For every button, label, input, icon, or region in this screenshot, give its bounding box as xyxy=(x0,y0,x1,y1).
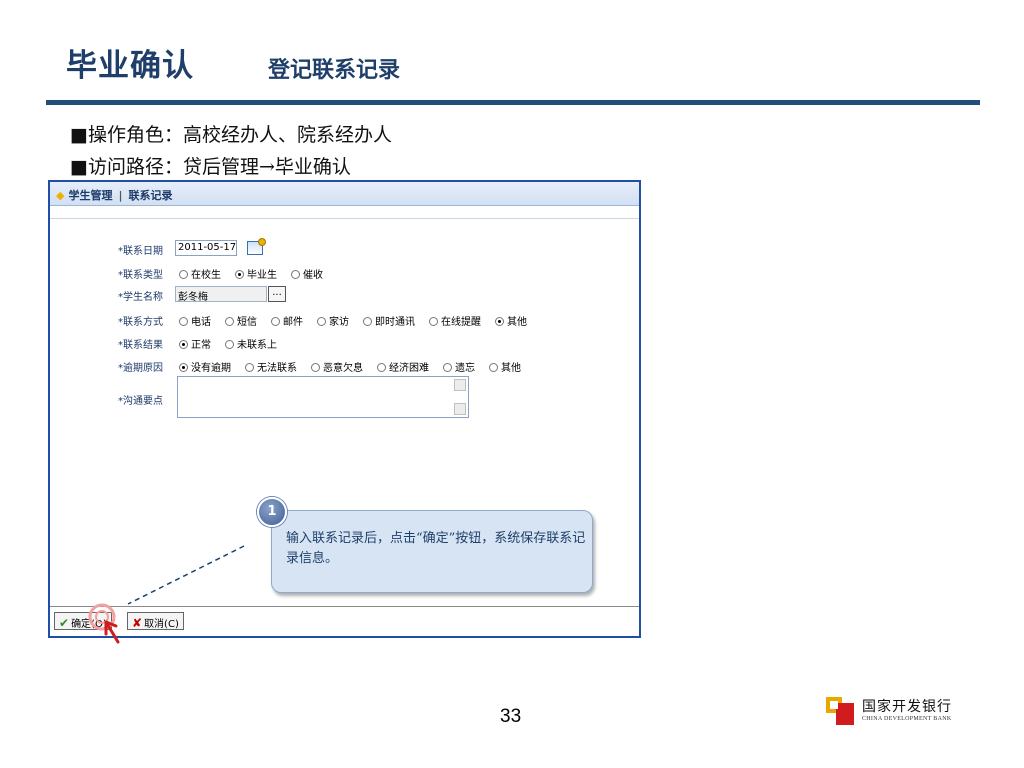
breadcrumb-page: 联系记录 xyxy=(128,189,173,202)
overdue-reason-option[interactable]: 没有逾期 xyxy=(179,359,231,374)
breadcrumb-separator: | xyxy=(118,189,123,202)
radio-icon[interactable] xyxy=(317,317,326,326)
overdue-reason-option-label: 没有逾期 xyxy=(191,363,231,374)
radio-icon[interactable] xyxy=(495,317,504,326)
contact-type-option[interactable]: 催收 xyxy=(291,266,323,281)
contact-method-option-label: 电话 xyxy=(191,317,211,328)
check-icon: ✔ xyxy=(59,616,70,630)
radio-icon[interactable] xyxy=(443,363,452,372)
student-lookup-button[interactable]: ... xyxy=(268,286,286,302)
page-number: 33 xyxy=(500,706,522,727)
callout-text: 输入联系记录后，点击“确定”按钮，系统保存联系记录信息。 xyxy=(286,531,586,566)
contact-result-radios: 正常 未联系上 xyxy=(179,336,291,351)
contact-method-option[interactable]: 家访 xyxy=(317,313,349,328)
contact-result-label: *联系结果 xyxy=(118,340,163,351)
overdue-reason-option[interactable]: 恶意欠息 xyxy=(311,359,363,374)
contact-method-option[interactable]: 短信 xyxy=(225,313,257,328)
callout-box: 输入联系记录后，点击“确定”按钮，系统保存联系记录信息。 xyxy=(271,510,593,593)
confirm-button[interactable]: ✔ 确定(O) xyxy=(54,612,112,630)
radio-icon[interactable] xyxy=(271,317,280,326)
radio-icon[interactable] xyxy=(429,317,438,326)
contact-method-option-label: 短信 xyxy=(237,317,257,328)
scroll-down-icon[interactable] xyxy=(454,403,466,415)
contact-type-option-label: 催收 xyxy=(303,270,323,281)
student-name-input[interactable]: 彭冬梅 xyxy=(175,286,267,303)
logo-name-en: CHINA DEVELOPMENT BANK xyxy=(862,716,952,722)
contact-result-option[interactable]: 正常 xyxy=(179,336,211,351)
notes-textarea[interactable] xyxy=(177,376,469,418)
contact-method-option[interactable]: 即时通讯 xyxy=(363,313,415,328)
overdue-reason-option[interactable]: 经济困难 xyxy=(377,359,429,374)
radio-icon[interactable] xyxy=(311,363,320,372)
contact-type-option[interactable]: 毕业生 xyxy=(235,266,277,281)
contact-method-radios: 电话 短信 邮件 家访 即时通讯 在线提醒 其他 xyxy=(179,313,541,328)
contact-result-option-label: 正常 xyxy=(191,340,211,351)
radio-icon[interactable] xyxy=(179,317,188,326)
overdue-reason-option[interactable]: 其他 xyxy=(489,359,521,374)
contact-method-option-label: 即时通讯 xyxy=(375,317,415,328)
overdue-reason-option[interactable]: 遗忘 xyxy=(443,359,475,374)
radio-icon[interactable] xyxy=(245,363,254,372)
radio-icon[interactable] xyxy=(377,363,386,372)
cancel-button[interactable]: ✘ 取消(C) xyxy=(127,612,184,630)
student-name-label: *学生名称 xyxy=(118,292,163,303)
title-rule xyxy=(46,100,980,105)
radio-icon[interactable] xyxy=(179,363,188,372)
radio-icon[interactable] xyxy=(291,270,300,279)
radio-icon[interactable] xyxy=(225,317,234,326)
contact-type-radios: 在校生 毕业生 催收 xyxy=(179,266,337,281)
contact-method-option-label: 其他 xyxy=(507,317,527,328)
notes-label: *沟通要点 xyxy=(118,396,163,407)
slide-title: 毕业确认 xyxy=(66,48,194,84)
contact-method-option[interactable]: 在线提醒 xyxy=(429,313,481,328)
contact-result-option-label: 未联系上 xyxy=(237,340,277,351)
bullet-role: ■操作角色：高校经办人、院系经办人 xyxy=(70,124,392,146)
overdue-reason-option-label: 其他 xyxy=(501,363,521,374)
contact-method-option-label: 邮件 xyxy=(283,317,303,328)
contact-method-option[interactable]: 邮件 xyxy=(271,313,303,328)
calendar-icon[interactable] xyxy=(247,238,266,255)
contact-type-option[interactable]: 在校生 xyxy=(179,266,221,281)
radio-icon[interactable] xyxy=(235,270,244,279)
contact-type-option-label: 毕业生 xyxy=(247,270,277,281)
breadcrumb: ◆ 学生管理 | 联系记录 xyxy=(50,182,639,206)
footer-divider xyxy=(50,606,639,607)
overdue-reason-option-label: 经济困难 xyxy=(389,363,429,374)
contact-result-option[interactable]: 未联系上 xyxy=(225,336,277,351)
diamond-icon: ◆ xyxy=(56,189,65,202)
contact-date-label: *联系日期 xyxy=(118,246,163,257)
overdue-reason-option-label: 遗忘 xyxy=(455,363,475,374)
bullet-path: ■访问路径：贷后管理→毕业确认 xyxy=(70,156,351,178)
slide-subtitle: 登记联系记录 xyxy=(268,57,401,83)
bank-logo-icon xyxy=(826,697,854,725)
overdue-reason-option-label: 无法联系 xyxy=(257,363,297,374)
contact-method-label: *联系方式 xyxy=(118,317,163,328)
contact-method-option[interactable]: 电话 xyxy=(179,313,211,328)
cross-icon: ✘ xyxy=(132,616,143,630)
breadcrumb-section[interactable]: 学生管理 xyxy=(68,189,112,202)
overdue-reason-label: *逾期原因 xyxy=(118,363,163,374)
step-badge: 1 xyxy=(257,497,287,527)
confirm-button-label: 确定(O) xyxy=(71,619,107,630)
cancel-button-label: 取消(C) xyxy=(144,619,179,630)
radio-icon[interactable] xyxy=(179,340,188,349)
contact-method-option-label: 在线提醒 xyxy=(441,317,481,328)
radio-icon[interactable] xyxy=(363,317,372,326)
overdue-reason-radios: 没有逾期 无法联系 恶意欠息 经济困难 遗忘 其他 xyxy=(179,359,535,374)
radio-icon[interactable] xyxy=(489,363,498,372)
contact-date-input[interactable]: 2011-05-17 xyxy=(175,240,237,256)
radio-icon[interactable] xyxy=(179,270,188,279)
logo-name-cn: 国家开发银行 xyxy=(862,699,952,715)
contact-method-option-label: 家访 xyxy=(329,317,349,328)
overdue-reason-option-label: 恶意欠息 xyxy=(323,363,363,374)
contact-method-option[interactable]: 其他 xyxy=(495,313,527,328)
header-divider xyxy=(50,218,639,219)
overdue-reason-option[interactable]: 无法联系 xyxy=(245,359,297,374)
scroll-up-icon[interactable] xyxy=(454,379,466,391)
radio-icon[interactable] xyxy=(225,340,234,349)
contact-type-option-label: 在校生 xyxy=(191,270,221,281)
contact-type-label: *联系类型 xyxy=(118,270,163,281)
